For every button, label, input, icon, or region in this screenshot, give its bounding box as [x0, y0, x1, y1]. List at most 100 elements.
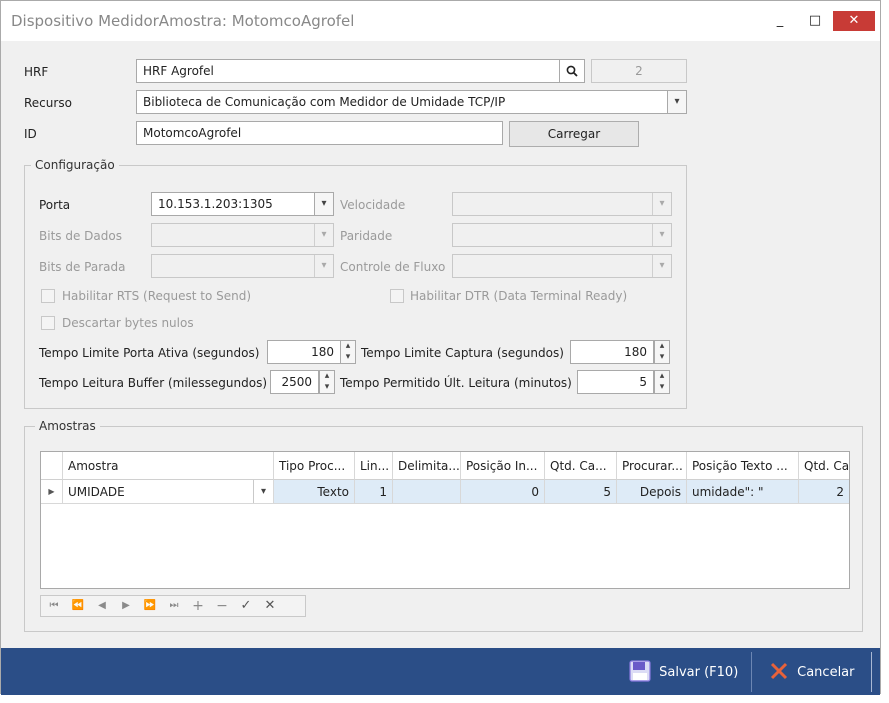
delete-record-icon[interactable]: −	[211, 596, 233, 616]
column-header[interactable]: Qtd. Ca...	[545, 452, 617, 480]
cancelar-button[interactable]: Cancelar	[769, 660, 865, 686]
tempo-captura-value: 180	[624, 345, 647, 359]
tempo-porta-spinner[interactable]: ▴ ▾	[340, 340, 356, 364]
chevron-down-icon[interactable]: ▾	[314, 193, 333, 215]
chevron-down-icon: ▾	[652, 224, 671, 246]
table-cell[interactable]: Depois	[617, 480, 687, 504]
amostras-grid: Amostra Tipo Proc... Lin... Delimita... …	[40, 451, 850, 589]
footer-separator	[871, 652, 872, 692]
window-title: Dispositivo MedidorAmostra: MotomcoAgrof…	[11, 12, 355, 30]
recurso-label: Recurso	[24, 96, 72, 110]
id-label: ID	[24, 127, 37, 141]
confirm-record-icon[interactable]: ✓	[235, 596, 257, 616]
close-button[interactable]: ✕	[833, 11, 875, 31]
table-cell-amostra[interactable]: UMIDADE ▾	[63, 480, 274, 504]
tempo-ultima-label: Tempo Permitido Últ. Leitura (minutos)	[340, 376, 572, 390]
tempo-buffer-spinner[interactable]: ▴ ▾	[319, 370, 335, 394]
chevron-down-icon: ▾	[314, 255, 333, 277]
table-cell[interactable]: 1	[355, 480, 393, 504]
table-cell[interactable]: umidade": "	[687, 480, 799, 504]
hrf-label: HRF	[24, 65, 49, 79]
salvar-button[interactable]: Salvar (F10)	[629, 660, 745, 686]
table-cell[interactable]: 0	[461, 480, 545, 504]
hrf-code-value: 2	[635, 64, 643, 78]
cancel-record-icon[interactable]: ✕	[259, 596, 281, 616]
recurso-select[interactable]: Biblioteca de Comunicação com Medidor de…	[136, 90, 687, 114]
table-cell[interactable]: Texto	[274, 480, 355, 504]
descartar-label: Descartar bytes nulos	[62, 316, 194, 330]
bits-parada-label: Bits de Parada	[39, 260, 126, 274]
porta-select[interactable]: 10.153.1.203:1305 ▾	[151, 192, 334, 216]
title-bar: Dispositivo MedidorAmostra: MotomcoAgrof…	[1, 1, 880, 41]
next-record-icon[interactable]: ▶	[115, 596, 137, 616]
column-header[interactable]: Qtd. Casas...	[799, 452, 849, 480]
row-indicator-header	[41, 452, 63, 480]
chevron-down-icon: ▾	[652, 193, 671, 215]
tempo-ultima-spinner[interactable]: ▴ ▾	[654, 370, 670, 394]
table-cell[interactable]	[393, 480, 461, 504]
cancelar-label: Cancelar	[797, 665, 855, 680]
tempo-captura-label: Tempo Limite Captura (segundos)	[361, 346, 564, 360]
add-record-icon[interactable]: +	[187, 596, 209, 616]
minimize-button[interactable]: _	[768, 11, 792, 31]
hrf-search-button[interactable]	[559, 59, 585, 83]
id-input[interactable]: MotomcoAgrofel	[136, 121, 503, 145]
configuracao-title: Configuração	[31, 158, 119, 172]
previous-record-icon[interactable]: ◀	[91, 596, 113, 616]
table-cell[interactable]: 2	[799, 480, 849, 504]
bits-dados-select: ▾	[151, 223, 334, 247]
salvar-label: Salvar (F10)	[659, 665, 739, 680]
last-record-icon[interactable]: ⏭	[163, 596, 185, 616]
hrf-input[interactable]: HRF Agrofel	[136, 59, 560, 83]
footer-separator	[751, 652, 752, 692]
first-record-icon[interactable]: ⏮	[43, 596, 65, 616]
velocidade-label: Velocidade	[340, 198, 406, 212]
hrf-code-field: 2	[591, 59, 687, 83]
column-header[interactable]: Procurar...	[617, 452, 687, 480]
column-header[interactable]: Tipo Proc...	[274, 452, 355, 480]
save-icon	[629, 660, 651, 682]
tempo-ultima-input[interactable]: 5	[577, 370, 654, 394]
next-page-icon[interactable]: ⏩	[139, 596, 161, 616]
maximize-button[interactable]: □	[803, 11, 827, 31]
column-header[interactable]: Posição In...	[461, 452, 545, 480]
tempo-captura-spinner[interactable]: ▴ ▾	[654, 340, 670, 364]
carregar-button[interactable]: Carregar	[509, 121, 639, 147]
controle-fluxo-label: Controle de Fluxo	[340, 260, 446, 274]
footer-bar: Salvar (F10) Cancelar	[1, 648, 880, 695]
porta-value: 10.153.1.203:1305	[158, 197, 273, 211]
id-value: MotomcoAgrofel	[143, 126, 242, 140]
column-header[interactable]: Delimita...	[393, 452, 461, 480]
paridade-label: Paridade	[340, 229, 393, 243]
tempo-porta-label: Tempo Limite Porta Ativa (segundos)	[39, 346, 260, 360]
tempo-buffer-value: 2500	[281, 375, 312, 389]
chevron-down-icon: ▾	[314, 224, 333, 246]
hrf-value: HRF Agrofel	[143, 64, 214, 78]
rts-checkbox	[41, 289, 55, 303]
descartar-checkbox	[41, 316, 55, 330]
velocidade-select: ▾	[452, 192, 672, 216]
rts-label: Habilitar RTS (Request to Send)	[62, 289, 252, 303]
search-icon	[566, 65, 578, 77]
recurso-value: Biblioteca de Comunicação com Medidor de…	[143, 95, 506, 109]
tempo-buffer-label: Tempo Leitura Buffer (milessegundos)	[39, 376, 268, 390]
chevron-down-icon[interactable]: ▾	[253, 480, 273, 503]
tempo-buffer-input[interactable]: 2500	[270, 370, 319, 394]
column-header[interactable]: Lin...	[355, 452, 393, 480]
table-cell[interactable]: 5	[545, 480, 617, 504]
column-header[interactable]: Amostra	[63, 452, 274, 480]
tempo-porta-input[interactable]: 180	[267, 340, 341, 364]
bits-parada-select: ▾	[151, 254, 334, 278]
close-icon	[770, 662, 788, 680]
row-indicator-icon: ▶	[41, 480, 63, 504]
grid-navigator: ⏮ ⏪ ◀ ▶ ⏩ ⏭ + − ✓ ✕	[40, 595, 306, 617]
previous-page-icon[interactable]: ⏪	[67, 596, 89, 616]
dialog-window: Dispositivo MedidorAmostra: MotomcoAgrof…	[0, 0, 881, 695]
chevron-down-icon: ▾	[652, 255, 671, 277]
column-header[interactable]: Posição Texto ...	[687, 452, 799, 480]
chevron-down-icon[interactable]: ▾	[667, 91, 686, 113]
dtr-label: Habilitar DTR (Data Terminal Ready)	[410, 289, 628, 303]
tempo-porta-value: 180	[311, 345, 334, 359]
amostra-value: UMIDADE	[68, 485, 125, 499]
tempo-captura-input[interactable]: 180	[570, 340, 654, 364]
